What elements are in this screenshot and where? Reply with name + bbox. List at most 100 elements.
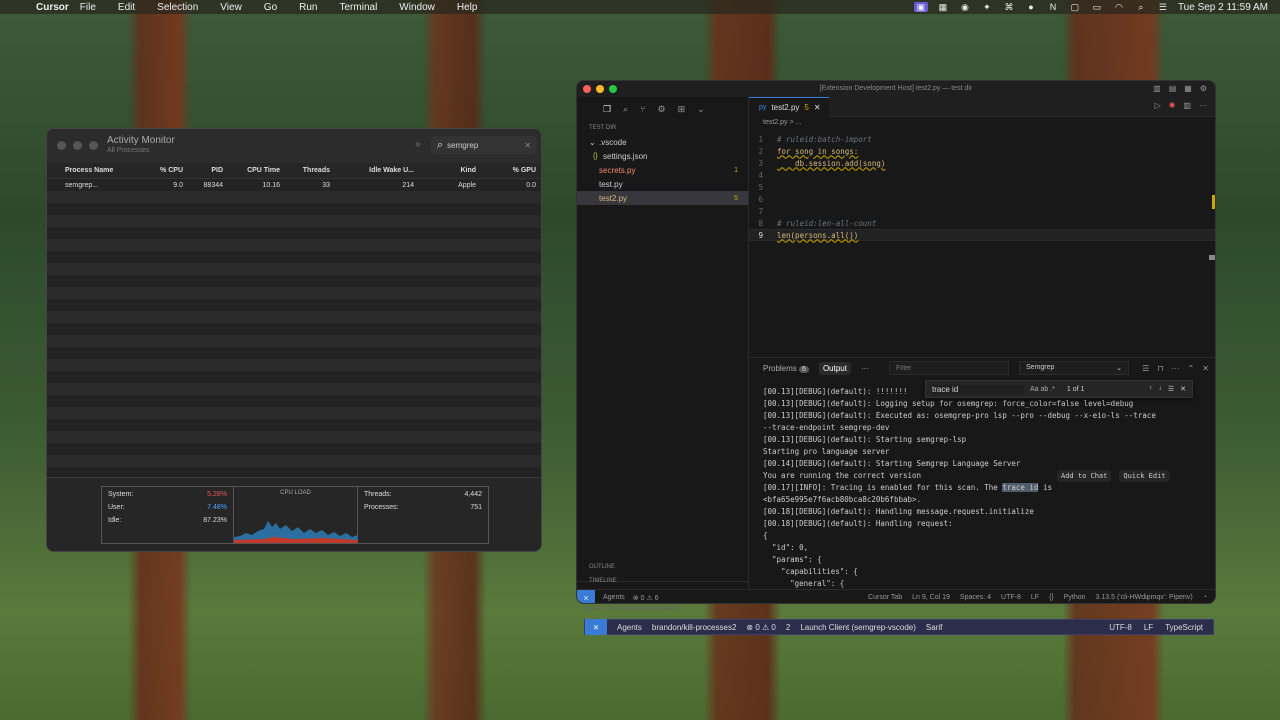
agents-status[interactable]: Agents [617, 623, 642, 632]
app-menu[interactable]: Cursor [30, 2, 69, 13]
find-input[interactable] [932, 384, 1024, 394]
menu-file[interactable]: File [69, 2, 107, 13]
chat-icon[interactable]: ▢ [1068, 2, 1082, 12]
output-channel-select[interactable]: Semgrep ⌄ [1018, 361, 1129, 375]
tree-item-settings-json[interactable]: {} settings.json [577, 149, 748, 163]
close-icon[interactable]: ✕ [1180, 385, 1186, 393]
maximize-icon[interactable]: ⌃ [1188, 364, 1195, 373]
menu-terminal[interactable]: Terminal [329, 2, 389, 13]
remote-icon[interactable]: ⨯ [585, 619, 607, 635]
agents-status[interactable]: Agents [603, 594, 625, 601]
am-search-input[interactable] [447, 140, 518, 150]
output-log[interactable]: [00.13][DEBUG](default): !!!!!!! [00.13]… [763, 386, 1203, 590]
menu-edit[interactable]: Edit [107, 2, 146, 13]
tab-output[interactable]: Output [818, 361, 851, 375]
chevron-right-icon[interactable]: » [415, 139, 421, 150]
quick-edit-button[interactable]: Quick Edit [1119, 470, 1170, 482]
eol-status[interactable]: LF [1144, 623, 1153, 632]
menu-view[interactable]: View [209, 2, 253, 13]
notion-icon[interactable]: N [1046, 2, 1060, 12]
eol-status[interactable]: LF [1031, 594, 1039, 601]
explorer-icon[interactable]: ❐ [603, 104, 611, 115]
app-icon[interactable]: ◉ [958, 2, 972, 12]
remote-icon[interactable]: ⨯ [577, 589, 595, 603]
col-pid[interactable]: PID [183, 167, 223, 174]
col-process-name[interactable]: Process Name [47, 167, 137, 174]
col-cpu[interactable]: % CPU [137, 167, 183, 174]
col-kind[interactable]: Kind [414, 167, 476, 174]
command-icon[interactable]: ⌘ [1002, 2, 1016, 12]
more-actions-icon[interactable]: ··· [1199, 101, 1207, 110]
zoom-button[interactable] [89, 141, 98, 150]
zoom-button[interactable] [609, 85, 617, 93]
run-icon[interactable]: ▷ [1155, 101, 1161, 110]
search-icon[interactable]: ⌕ [1134, 2, 1148, 12]
screen-share-icon[interactable]: ▣ [913, 2, 928, 12]
list-icon[interactable]: ☰ [1168, 385, 1174, 393]
col-threads[interactable]: Threads [280, 167, 330, 174]
cursor-position[interactable]: Ln 9, Col 19 [912, 594, 950, 601]
menu-help[interactable]: Help [446, 2, 489, 13]
minimize-button[interactable] [73, 141, 82, 150]
more-icon[interactable]: ··· [1172, 364, 1180, 373]
problems-status[interactable]: ⊗ 0 ⚠ 6 [633, 594, 659, 602]
tree-item-secrets-py[interactable]: secrets.py 1 [577, 163, 748, 177]
clear-icon[interactable]: ✕ [524, 141, 531, 150]
close-button[interactable] [57, 141, 66, 150]
toggle-panel-icon[interactable]: ▤ [1169, 81, 1177, 97]
battery-icon[interactable]: ▭ [1090, 2, 1104, 12]
arrow-up-icon[interactable]: ↑ [1149, 385, 1153, 393]
control-center-icon[interactable]: ☰ [1156, 2, 1170, 12]
bell-icon[interactable]: ◔ [1203, 594, 1207, 601]
menu-go[interactable]: Go [253, 2, 288, 13]
col-idle-wake[interactable]: Idle Wake U... [330, 167, 414, 174]
chevron-down-icon[interactable]: ⌄ [697, 104, 705, 115]
outline-section[interactable]: OUTLINE [577, 564, 749, 570]
toggle-sidebar-icon[interactable]: ▥ [1153, 81, 1161, 97]
braces-icon[interactable]: {} [1049, 594, 1054, 601]
search-icon[interactable]: ⌕ [623, 104, 628, 115]
vpn-icon[interactable]: ● [1024, 2, 1038, 12]
clock[interactable]: Tue Sep 2 11:59 AM [1178, 2, 1268, 13]
sarif-status[interactable]: Sarif [926, 623, 942, 632]
language-status[interactable]: Python [1064, 594, 1086, 601]
minimap-slider[interactable] [1209, 255, 1215, 260]
find-options[interactable]: Aa ab .* [1030, 386, 1055, 393]
bird-icon[interactable]: ✦ [980, 2, 994, 12]
arrow-down-icon[interactable]: ↓ [1158, 385, 1162, 393]
menu-run[interactable]: Run [288, 2, 328, 13]
close-icon[interactable]: ✕ [814, 103, 821, 112]
list-icon[interactable]: ☰ [1142, 364, 1149, 373]
code-editor[interactable]: 1 # ruleid:batch-import 2 for song in song… [749, 133, 1215, 349]
indent-status[interactable]: Spaces: 4 [960, 594, 991, 601]
tab-problems[interactable]: Problems 6 [763, 364, 809, 373]
tree-item-vscode[interactable]: ⌄ .vscode [577, 135, 748, 149]
output-filter-input[interactable] [888, 361, 1009, 375]
table-row[interactable]: semgrep... 9.0 88344 10.16 33 214 Apple … [47, 179, 541, 191]
tab-test2-py[interactable]: py test2.py 5 ✕ [749, 97, 829, 117]
col-cpu-time[interactable]: CPU Time [223, 167, 280, 174]
interpreter-status[interactable]: 3.13.5 ('cli-HWdipmqx': Pipenv) [1096, 594, 1193, 601]
add-to-chat-button[interactable]: Add to Chat [1057, 470, 1112, 482]
encoding-status[interactable]: UTF-8 [1109, 623, 1132, 632]
wifi-icon[interactable]: ◠ [1112, 2, 1126, 12]
launch-status[interactable]: Launch Client (semgrep-vscode) [800, 623, 916, 632]
debug-icon[interactable]: ⚙ [658, 104, 666, 115]
close-icon[interactable]: ✕ [1202, 364, 1209, 373]
source-control-icon[interactable]: ⑂ [640, 104, 645, 114]
toggle-secondary-icon[interactable]: ▦ [1184, 81, 1192, 97]
language-status[interactable]: TypeScript [1165, 623, 1203, 632]
tree-item-test-py[interactable]: test.py [577, 177, 748, 191]
split-editor-icon[interactable]: ▥ [1183, 101, 1191, 110]
col-gpu[interactable]: % GPU [476, 167, 536, 174]
menu-window[interactable]: Window [388, 2, 446, 13]
tree-item-test2-py[interactable]: test2.py 5 [577, 191, 748, 205]
panel-more[interactable]: ··· [861, 364, 869, 373]
close-button[interactable] [583, 85, 591, 93]
minimize-button[interactable] [596, 85, 604, 93]
explorer-section-title[interactable]: TEST DIR [577, 121, 748, 135]
cursor-tab-status[interactable]: Cursor Tab [868, 594, 902, 601]
menu-selection[interactable]: Selection [146, 2, 209, 13]
timeline-section[interactable]: TIMELINE [577, 578, 749, 584]
event-listener-breakpoints[interactable]: EVENT LISTENER BREAKPOINTS [584, 606, 679, 612]
